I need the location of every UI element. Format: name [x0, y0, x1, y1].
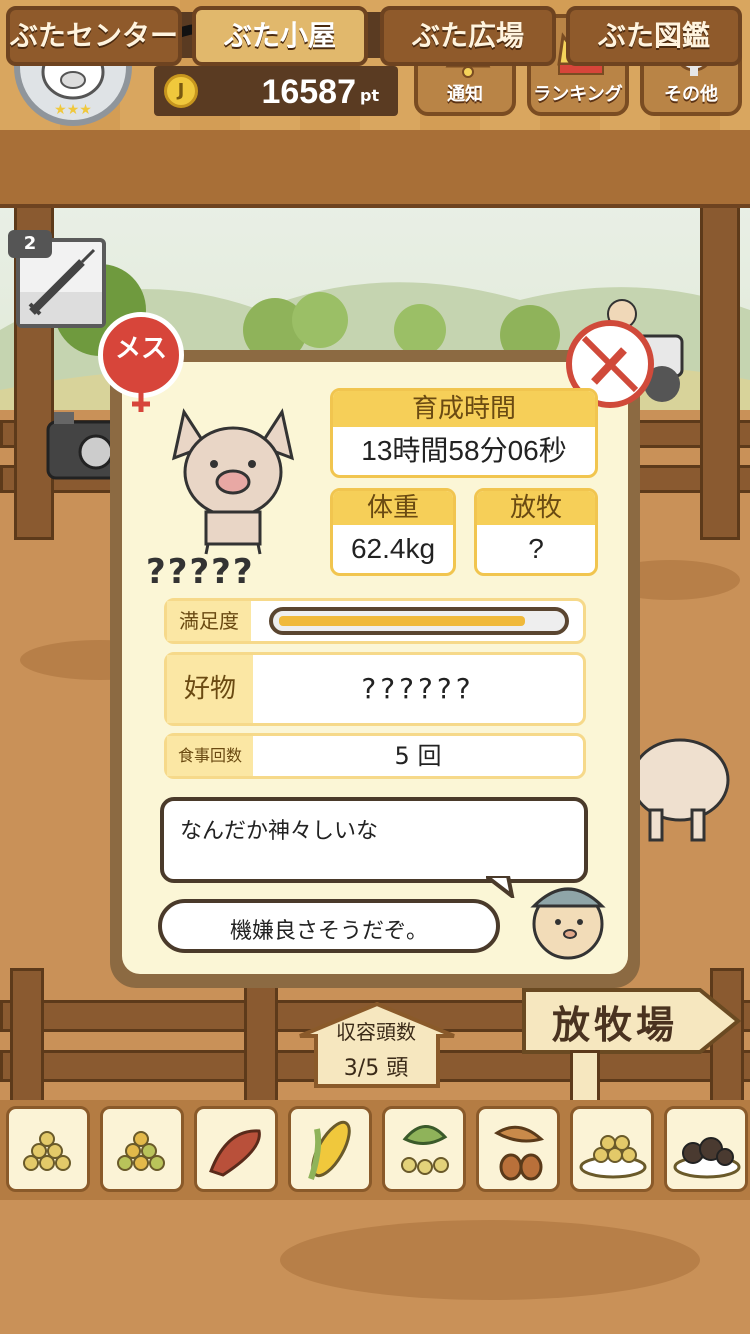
food-sweet-potato[interactable] — [194, 1106, 278, 1192]
other-label: その他 — [664, 84, 718, 105]
fence-post — [10, 968, 44, 1108]
meal-count-row: 食事回数 5 回 — [164, 733, 586, 779]
food-corn[interactable] — [288, 1106, 372, 1192]
coin-icon: J — [164, 74, 198, 108]
svg-text:★★★: ★★★ — [54, 102, 92, 118]
grazing-value: ? — [528, 533, 544, 564]
favorite-food-row: 好物 ?????? — [164, 652, 586, 726]
speech-bubble-1: なんだか神々しいな — [160, 797, 588, 883]
satisfaction-bar — [269, 607, 569, 635]
food-grain-yellow[interactable] — [6, 1106, 90, 1192]
farmer-avatar — [530, 887, 606, 960]
points-value: 16587 — [261, 73, 356, 111]
speech-bubble-2: 機嫌良さそうだぞ。 — [158, 899, 500, 953]
speech-bubble-tail — [486, 876, 515, 898]
meal-count-value: 5 回 — [394, 742, 442, 770]
grazing-box: 放牧 ? — [474, 488, 598, 576]
sex-badge-label: メス — [114, 334, 167, 364]
satisfaction-label: 満足度 — [167, 601, 251, 641]
food-truffle[interactable] — [664, 1106, 748, 1192]
satisfaction-bar-fill — [279, 616, 525, 626]
weight-label: 体重 — [333, 491, 453, 525]
food-grain-bowl[interactable] — [570, 1106, 654, 1192]
tab-pig-center[interactable]: ぶたセンター — [6, 6, 182, 66]
weight-value: 62.4kg — [350, 533, 436, 564]
notification-label: 通知 — [447, 84, 483, 105]
speech-text-2: 機嫌良さそうだぞ。 — [229, 919, 428, 944]
fence-post — [244, 978, 278, 1108]
nav-bar — [0, 130, 750, 208]
grazing-label: 放牧 — [477, 491, 595, 525]
weight-box: 体重 62.4kg — [330, 488, 456, 576]
capacity-value: 3/5 頭 — [343, 1056, 409, 1081]
food-soybean[interactable] — [382, 1106, 466, 1192]
meal-count-label: 食事回数 — [167, 736, 253, 776]
capacity-label: 収容頭数 — [336, 1020, 416, 1044]
tab-pig-encyclopedia[interactable]: ぶた図鑑 — [566, 6, 742, 66]
wandering-pig[interactable] — [630, 730, 730, 850]
growth-time-box: 育成時間 13時間58分06秒 — [330, 388, 598, 478]
pig-name: ????? — [146, 552, 255, 592]
female-symbol — [132, 390, 150, 412]
gate-post-right — [700, 200, 740, 540]
pasture-sign-label: 放牧場 — [551, 1003, 678, 1047]
growth-time-value: 13時間58分06秒 — [361, 435, 567, 466]
tab-pig-hut[interactable]: ぶた小屋 — [192, 6, 368, 66]
food-grain-mixed[interactable] — [100, 1106, 184, 1192]
growth-time-label: 育成時間 — [333, 391, 595, 427]
food-acorn[interactable] — [476, 1106, 560, 1192]
favorite-food-label: 好物 — [167, 655, 253, 723]
item-count-badge: 2 — [8, 230, 52, 258]
sign-post — [570, 1050, 600, 1106]
favorite-food-value: ?????? — [361, 672, 475, 705]
satisfaction-row: 満足度 — [164, 598, 586, 644]
points-unit: pt — [360, 86, 380, 105]
tab-pig-plaza[interactable]: ぶた広場 — [380, 6, 556, 66]
speech-text-1: なんだか神々しいな — [180, 819, 379, 844]
pig-portrait — [171, 408, 295, 555]
mud-patch — [280, 1220, 700, 1300]
ranking-label: ランキング — [533, 84, 623, 105]
